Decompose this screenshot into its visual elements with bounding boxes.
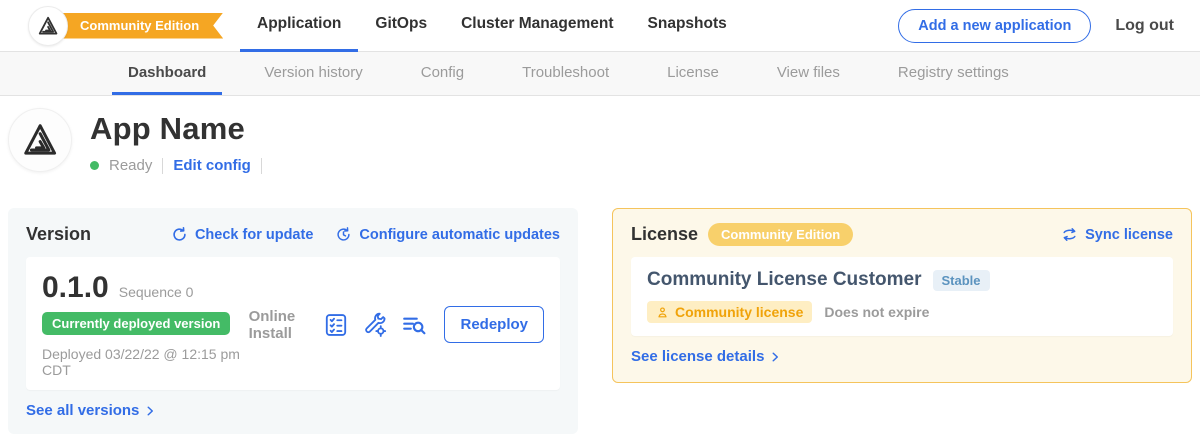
replicated-logo-icon [37,15,59,37]
sync-icon [1061,226,1078,243]
page-title: App Name [90,111,262,147]
logout-link[interactable]: Log out [1115,17,1174,35]
sequence-label: Sequence 0 [119,284,194,300]
channel-badge: Stable [933,270,990,291]
replicated-logo [28,6,68,46]
currently-deployed-badge: Currently deployed version [42,312,230,335]
tab-cluster-management[interactable]: Cluster Management [444,0,630,52]
subnav-item-troubleshoot[interactable]: Troubleshoot [506,52,625,95]
license-type-badge: Community license [647,301,812,323]
community-edition-ribbon: Community Edition [48,13,223,39]
replicated-app-icon [21,121,59,159]
app-status-row: Ready Edit config [90,157,262,174]
see-license-details-link[interactable]: See license details [631,348,781,365]
sync-license-link[interactable]: Sync license [1061,226,1173,243]
deployed-timestamp: Deployed 03/22/22 @ 12:15 pm CDT [42,346,249,378]
version-card-title: Version [26,224,91,245]
edit-config-link[interactable]: Edit config [173,157,251,174]
wrench-gear-icon[interactable] [362,312,388,338]
tab-gitops[interactable]: GitOps [358,0,444,52]
subnav-item-view-files[interactable]: View files [761,52,856,95]
license-card: License Community Edition Sync license C… [612,208,1192,383]
brand: Community Edition [28,6,216,46]
primary-tabs: Application GitOps Cluster Management Sn… [240,0,744,52]
license-card-title: License [631,224,698,245]
divider [162,158,163,174]
version-number: 0.1.0 [42,271,109,305]
subnav-item-license[interactable]: License [651,52,735,95]
schedule-update-icon [335,226,352,243]
person-icon [656,306,669,319]
current-version-panel: 0.1.0 Sequence 0 Currently deployed vers… [26,257,560,390]
app-header: App Name Ready Edit config [0,96,1200,200]
subnav-item-registry-settings[interactable]: Registry settings [882,52,1025,95]
tab-application[interactable]: Application [240,0,358,52]
install-type-label: Online Install [249,308,309,342]
license-details-panel: Community License Customer Stable Commun… [631,257,1173,336]
version-card: Version Check for update [8,208,578,434]
customer-name: Community License Customer [647,269,922,291]
chevron-right-icon [144,405,156,417]
refresh-icon [171,226,188,243]
preflight-checklist-icon[interactable] [323,312,349,338]
diff-search-icon[interactable] [401,312,427,338]
status-dot [90,161,99,170]
expiry-text: Does not expire [824,304,929,320]
check-for-update-link[interactable]: Check for update [171,226,313,243]
add-new-application-button[interactable]: Add a new application [898,9,1091,43]
redeploy-button[interactable]: Redeploy [444,306,544,343]
subnav-item-config[interactable]: Config [405,52,480,95]
tab-snapshots[interactable]: Snapshots [631,0,744,52]
ribbon-label: Community Edition [80,18,199,33]
see-all-versions-link[interactable]: See all versions [26,402,156,419]
app-logo [8,108,72,172]
divider [261,158,262,174]
chevron-right-icon [769,351,781,363]
dashboard-cards: Version Check for update [0,200,1200,434]
subnav-item-dashboard[interactable]: Dashboard [112,52,222,95]
subnav-item-version-history[interactable]: Version history [248,52,378,95]
app-sub-nav: Dashboard Version history Config Trouble… [0,52,1200,96]
community-edition-badge: Community Edition [708,223,853,246]
configure-automatic-updates-link[interactable]: Configure automatic updates [335,226,560,243]
app-status: Ready [109,157,152,174]
top-nav-bar: Community Edition Application GitOps Clu… [0,0,1200,52]
